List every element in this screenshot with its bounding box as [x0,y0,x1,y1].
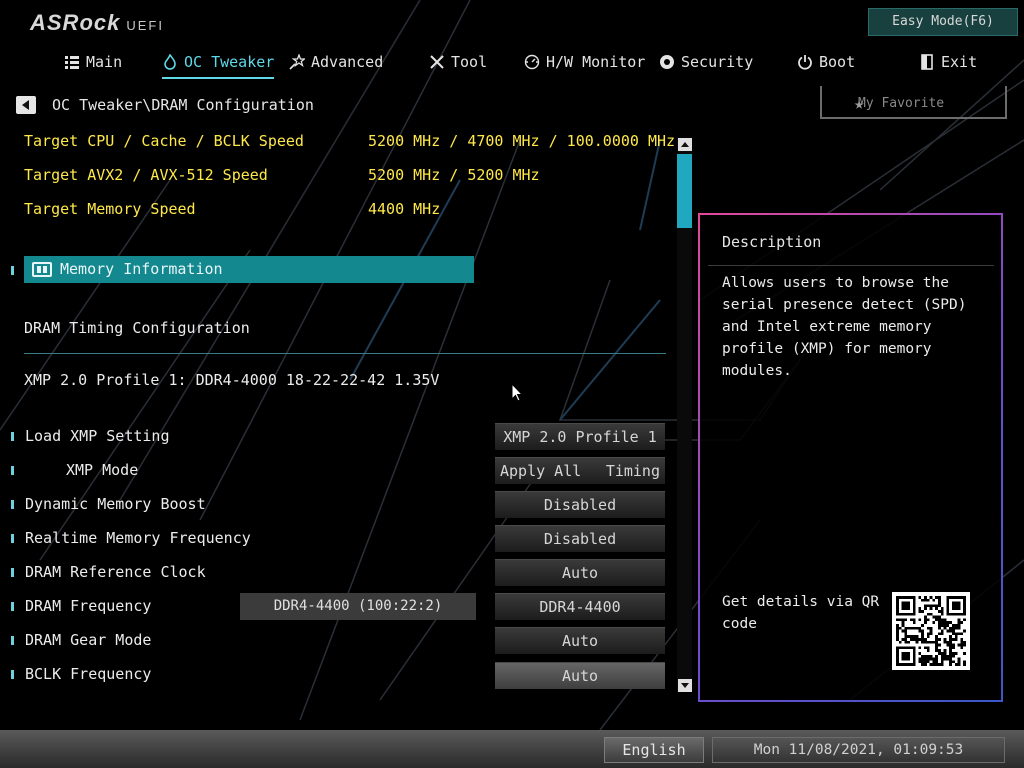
xmp-mode-select[interactable]: Apply All Timing [495,457,665,484]
realtime-memory-frequency-label: Realtime Memory Frequency [25,529,251,547]
dram-frequency-info: DDR4-4400 (100:22:2) [240,593,476,620]
tab-advanced[interactable]: Advanced [289,50,383,74]
language-button[interactable]: English [604,737,704,763]
target-cpu-label: Target CPU / Cache / BCLK Speed [24,132,304,150]
realtime-memory-frequency-select[interactable]: Disabled [495,525,665,552]
item-marker [11,466,14,475]
list-icon [65,56,79,69]
dram-frequency-label: DRAM Frequency [25,597,152,615]
back-arrow-button[interactable] [16,96,36,114]
item-marker [11,500,14,509]
qr-caption: Get details via QR code [722,594,880,632]
tab-exit[interactable]: Exit [919,50,977,74]
tab-tool[interactable]: Tool [429,50,487,74]
tab-main[interactable]: Main [64,50,122,74]
breadcrumb: OC Tweaker\DRAM Configuration [52,96,314,114]
xmp-mode-value-right: Timing [605,462,660,480]
item-marker [11,432,14,441]
scrollbar[interactable] [677,138,692,692]
xmp-mode-label: XMP Mode [66,461,139,479]
description-text: Allows users to browse the serial presen… [722,275,967,379]
item-marker [11,670,14,679]
description-panel: Description Allows users to browse the s… [698,213,1003,702]
item-marker [11,636,14,645]
target-avx-value: 5200 MHz / 5200 MHz [368,166,540,184]
target-memory-label: Target Memory Speed [24,200,196,218]
memory-module-icon [32,262,52,277]
monitor-gauge-icon [524,54,540,70]
tools-icon [430,55,444,69]
target-memory-value: 4400 MHz [368,200,441,218]
dram-reference-clock-select[interactable]: Auto [495,559,665,586]
bclk-frequency-select[interactable]: Auto [495,662,665,689]
dynamic-memory-boost-label: Dynamic Memory Boost [25,495,206,513]
load-xmp-setting-select[interactable]: XMP 2.0 Profile 1 [495,423,665,450]
dram-gear-mode-label: DRAM Gear Mode [25,631,152,649]
target-cpu-value: 5200 MHz / 4700 MHz / 100.0000 MHz [368,132,676,150]
xmp-mode-value-left: Apply All [500,462,582,480]
date-time-display: Mon 11/08/2021, 01:09:53 [712,737,1005,763]
bclk-frequency-label: BCLK Frequency [25,665,152,683]
dynamic-memory-boost-select[interactable]: Disabled [495,491,665,518]
scroll-up-arrow[interactable] [678,138,692,151]
tab-security[interactable]: Security [659,50,753,74]
divider [708,265,994,266]
exit-door-icon [921,54,933,70]
easy-mode-button[interactable]: Easy Mode(F6) [868,8,1018,36]
dram-reference-clock-label: DRAM Reference Clock [25,563,206,581]
item-marker [11,602,14,611]
mouse-cursor-icon [511,383,523,402]
item-marker [11,568,14,577]
item-marker [11,266,14,275]
dram-frequency-select[interactable]: DDR4-4400 [495,593,665,620]
description-title: Description [722,233,822,251]
power-icon [798,55,812,70]
star-icon: ★ [854,94,865,114]
load-xmp-setting-label: Load XMP Setting [25,427,170,445]
asrock-logo: ASRock UEFI [30,10,164,35]
my-favorite-button[interactable]: ★ My Favorite [820,86,1007,119]
dram-timing-configuration-link[interactable]: DRAM Timing Configuration [24,319,250,337]
dram-gear-mode-select[interactable]: Auto [495,627,665,654]
star-wand-icon [289,54,305,70]
tab-oc-tweaker[interactable]: OC Tweaker [162,50,275,79]
qr-code-image [892,592,970,670]
scrollbar-thumb[interactable] [677,154,692,228]
memory-information-item[interactable]: Memory Information [24,256,474,283]
tab-boot[interactable]: Boot [797,50,855,74]
divider [24,353,666,354]
item-marker [11,534,14,543]
tab-hw-monitor[interactable]: H/W Monitor [524,50,645,74]
shield-icon [660,55,674,69]
scroll-down-arrow[interactable] [678,679,692,692]
xmp-profile-info: XMP 2.0 Profile 1: DDR4-4000 18-22-22-42… [24,371,440,389]
target-avx-label: Target AVX2 / AVX-512 Speed [24,166,268,184]
flame-icon [164,54,176,70]
